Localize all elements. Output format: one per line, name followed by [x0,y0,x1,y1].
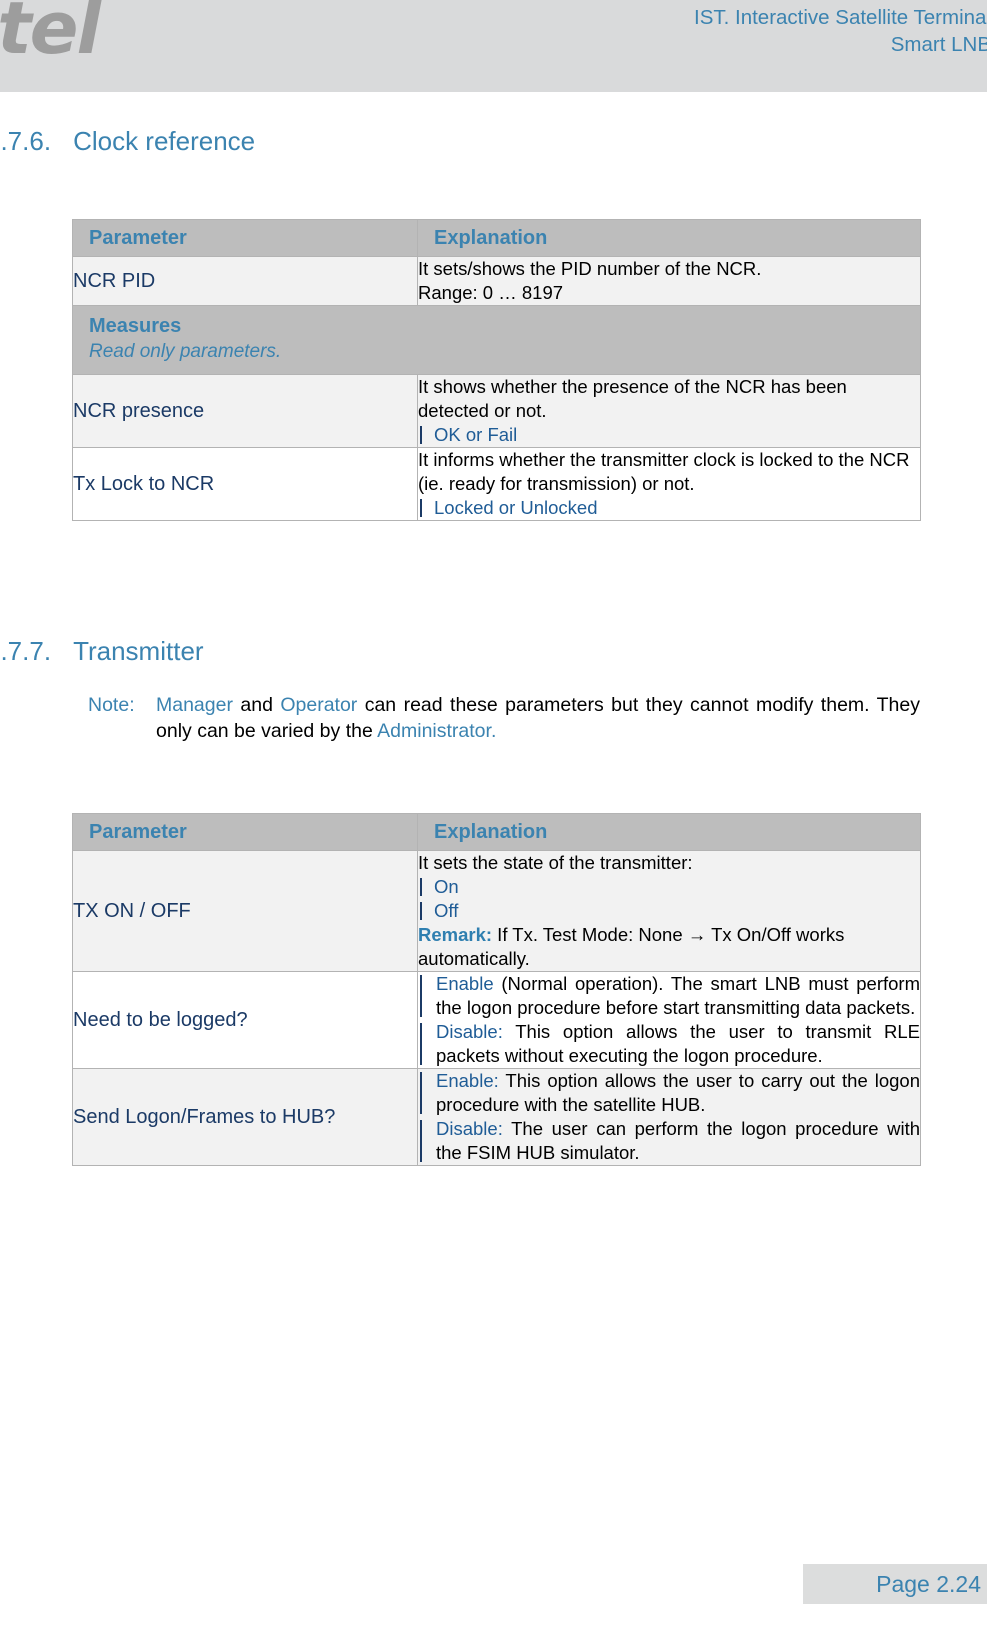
page-number: Page 2.24 [876,1571,981,1597]
column-header-parameter: Parameter [72,219,418,257]
explanation-range: Range: 0 … 8197 [418,282,564,303]
option-value: Disable: [436,1118,503,1139]
table-row-tx-lock-to-ncr: Tx Lock to NCR It informs whether the tr… [72,447,921,521]
explanation-line: It shows whether the presence of the NCR… [418,376,847,421]
table-group-row-measures: Measures Read only parameters. [72,305,921,375]
param-label-need-to-be-logged: Need to be logged? [72,971,418,1069]
note-text: Manager and Operator can read these para… [156,692,920,744]
note-conjunction: and [232,694,281,716]
explanation-line: It informs whether the transmitter clock… [418,449,910,494]
param-label-tx-lock-to-ncr: Tx Lock to NCR [72,447,418,521]
param-explanation-ncr-presence: It shows whether the presence of the NCR… [417,374,921,448]
section-title-clock: Clock reference [73,126,256,156]
option-bullet: Locked or Unlocked [418,496,920,520]
remark-text-a: If Tx. Test Mode: None [492,924,688,945]
table-row-ncr-pid: NCR PID It sets/shows the PID number of … [72,256,921,306]
option-bullet-enable: Enable (Normal operation). The smart LNB… [418,972,920,1020]
section-title-transmitter: Transmitter [73,636,204,666]
param-explanation-send-logon-frames-to-hub: Enable: This option allows the user to c… [417,1068,921,1166]
option-value: On [434,876,459,897]
option-value: Enable [436,973,494,994]
remark-line: Remark: If Tx. Test Mode: None → Tx On/O… [418,923,920,971]
option-bullet-on: On [418,875,920,899]
section-number-transmitter: 2.7.7. [0,636,52,666]
group-subtitle-measures: Read only parameters. [89,341,282,362]
page-footer: Page 2.24 [803,1564,987,1604]
table-row-tx-on-off: TX ON / OFF It sets the state of the tra… [72,850,921,972]
explanation-line: It sets/shows the PID number of the NCR. [418,258,762,279]
company-logo: ntel [0,0,101,70]
note-role-manager: Manager [156,694,233,716]
param-explanation-need-to-be-logged: Enable (Normal operation). The smart LNB… [417,971,921,1069]
note-block: Note: Manager and Operator can read thes… [88,692,920,744]
note-role-operator: Operator [280,694,358,716]
option-bullet-enable: Enable: This option allows the user to c… [418,1069,920,1117]
column-header-explanation: Explanation [417,219,921,257]
param-label-tx-on-off: TX ON / OFF [72,850,418,972]
header-title: IST. Interactive Satellite Terminal Smar… [694,4,987,58]
option-bullet-disable: Disable: This option allows the user to … [418,1020,920,1068]
table-row-ncr-presence: NCR presence It shows whether the presen… [72,374,921,448]
section-number-clock: 2.7.6. [0,126,52,156]
note-role-administrator: Administrator. [377,720,497,742]
column-header-parameter: Parameter [72,813,418,851]
option-description: (Normal operation). The smart LNB must p… [436,973,920,1018]
option-value: Off [434,900,459,921]
option-description: The user can perform the logon procedure… [436,1118,920,1163]
table-header-row: Parameter Explanation [72,219,921,257]
clock-reference-table: Parameter Explanation NCR PID It sets/sh… [72,219,921,521]
header-title-line2: Smart LNB [890,33,987,56]
option-description: This option allows the user to carry out… [436,1070,920,1115]
table-header-row: Parameter Explanation [72,813,921,851]
option-bullet-disable: Disable: The user can perform the logon … [418,1117,920,1165]
header-title-line1: IST. Interactive Satellite Terminal [694,6,987,29]
option-bullet-off: Off [418,899,920,923]
note-label: Note: [88,694,135,716]
option-value: Enable: [436,1070,499,1091]
option-values: Locked or Unlocked [434,497,598,518]
group-cell-measures: Measures Read only parameters. [72,305,921,375]
transmitter-table: Parameter Explanation TX ON / OFF It set… [72,813,921,1166]
note-row: Note: Manager and Operator can read thes… [88,692,920,744]
explanation-line: It sets the state of the transmitter: [418,852,693,873]
param-label-ncr-pid: NCR PID [72,256,418,306]
option-values: OK or Fail [434,424,518,445]
group-title-measures: Measures [89,315,182,337]
param-explanation-tx-lock-to-ncr: It informs whether the transmitter clock… [417,447,921,521]
page-header: ntel IST. Interactive Satellite Terminal… [0,0,987,92]
section-heading-transmitter: 2.7.7. Transmitter [0,638,204,664]
section-heading-clock-reference: 2.7.6. Clock reference [0,128,255,154]
option-bullet: OK or Fail [418,423,920,447]
remark-label: Remark: [418,924,493,945]
table-row-need-to-be-logged: Need to be logged? Enable (Normal operat… [72,971,921,1069]
param-explanation-tx-on-off: It sets the state of the transmitter: On… [417,850,921,972]
param-explanation-ncr-pid: It sets/shows the PID number of the NCR.… [417,256,921,306]
column-header-explanation: Explanation [417,813,921,851]
table-row-send-logon-frames-to-hub: Send Logon/Frames to HUB? Enable: This o… [72,1068,921,1166]
param-label-ncr-presence: NCR presence [72,374,418,448]
option-description: This option allows the user to transmit … [436,1021,920,1066]
arrow-icon: → [687,924,707,945]
option-value: Disable: [436,1021,503,1042]
param-label-send-logon-frames-to-hub: Send Logon/Frames to HUB? [72,1068,418,1166]
